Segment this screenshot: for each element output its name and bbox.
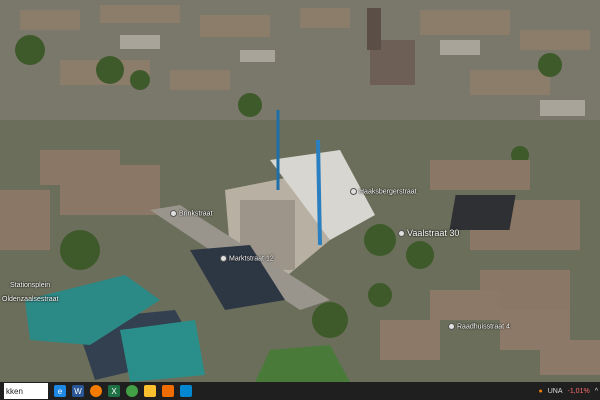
firefox-icon[interactable] [90,385,102,397]
location-pin-icon [398,230,405,238]
word-icon[interactable]: W [72,385,84,397]
location-pin-icon [448,323,455,330]
search-text: kken [6,386,23,396]
files-icon[interactable] [144,385,156,397]
chevron-up-icon[interactable]: ^ [595,388,598,395]
system-tray: ● UNA -1,01% ^ [534,382,599,400]
map-label[interactable]: Stationsplein [10,282,50,290]
aerial-map[interactable]: Vaalstraat 30 Brinkstraat Oldenzaalsestr… [0,0,600,382]
ticker-icon: ● [538,387,543,395]
map-label[interactable]: Oldenzaalsestraat [2,296,58,304]
excel-icon[interactable]: X [108,385,120,397]
chrome-icon[interactable] [126,385,138,397]
map-label[interactable]: Raadhuisstraat 4 [448,323,510,331]
ticker-currency[interactable]: UNA [548,388,563,395]
edge-icon[interactable]: e [54,385,66,397]
taskbar-search-input[interactable]: kken [4,383,48,399]
location-pin-icon [350,188,357,195]
location-pin-icon [170,210,177,217]
map-label[interactable]: Marktstraat 12 [220,255,274,263]
map-label[interactable]: Vaalstraat 30 [398,229,459,238]
blue-app-icon[interactable] [180,385,192,397]
orange-app-icon[interactable] [162,385,174,397]
ticker-change: -1,01% [567,387,590,395]
map-label[interactable]: Brinkstraat [170,210,212,218]
map-label[interactable]: Haaksbergerstraat [350,188,417,196]
taskbar: kken e W X ● UNA -1,01% ^ [0,382,600,400]
location-pin-icon [220,255,227,262]
